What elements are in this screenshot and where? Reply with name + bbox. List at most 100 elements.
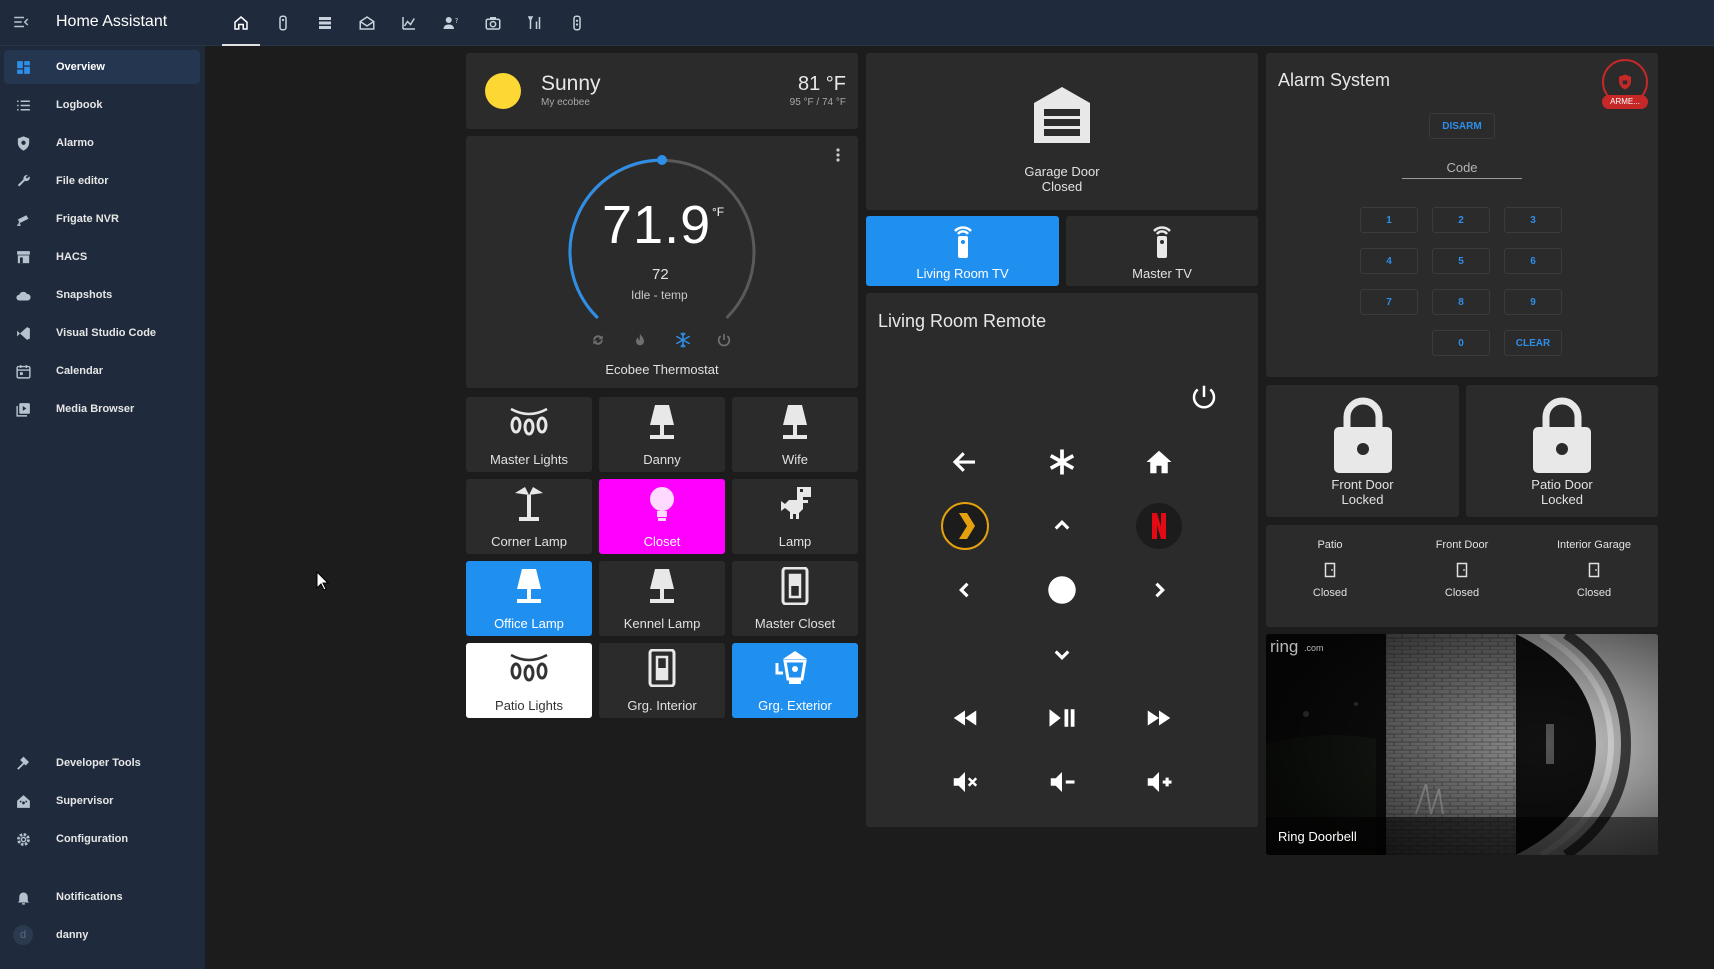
tv-button-master[interactable]: Master TV	[1066, 216, 1258, 286]
thermostat-unit: °F	[712, 205, 725, 219]
sidebar-item-hacs[interactable]: HACS	[4, 240, 200, 274]
garage-door-card[interactable]: Garage Door Closed	[866, 53, 1258, 210]
remote-down-button[interactable]	[1037, 629, 1087, 679]
sidebar-item-supervisor[interactable]: Supervisor	[4, 784, 200, 818]
keypad-button-5[interactable]: 5	[1432, 248, 1490, 274]
sidebar-item-notifications[interactable]: Notifications	[4, 880, 200, 914]
lock-button-front-door[interactable]: Front Door Locked	[1266, 385, 1459, 517]
light-button-master-closet[interactable]: Master Closet	[732, 561, 858, 636]
weather-card[interactable]: Sunny My ecobee 81 °F 95 °F / 74 °F	[466, 53, 858, 129]
lock-icon	[1533, 397, 1591, 473]
string-lights-icon	[510, 407, 548, 436]
sensor-interior-garage[interactable]: Interior Garage Closed	[1534, 539, 1654, 599]
tab-camera[interactable]	[472, 0, 514, 46]
thermostat-current-temp: 71.9	[602, 195, 712, 255]
light-button-label: Grg. Interior	[627, 698, 697, 713]
lock-button-patio-door[interactable]: Patio Door Locked	[1466, 385, 1658, 517]
sidebar-item-label: Developer Tools	[56, 757, 141, 769]
keypad-button-4[interactable]: 4	[1360, 248, 1418, 274]
keypad-clear-button[interactable]: CLEAR	[1504, 330, 1562, 356]
keypad-button-8[interactable]: 8	[1432, 289, 1490, 315]
sidebar-item-configuration[interactable]: Configuration	[4, 822, 200, 856]
keypad-button-0[interactable]: 0	[1432, 330, 1490, 356]
remote-right-button[interactable]	[1134, 565, 1184, 615]
remote-netflix-button[interactable]	[1134, 501, 1184, 551]
thermostat-setpoint-handle[interactable]	[657, 155, 667, 165]
remote-volume-down-button[interactable]	[1037, 757, 1087, 807]
tab-remote[interactable]	[262, 0, 304, 46]
sidebar-item-vscode[interactable]: Visual Studio Code	[4, 316, 200, 350]
remote-fast-forward-button[interactable]	[1134, 693, 1184, 743]
heat-mode-icon[interactable]	[632, 332, 648, 348]
sidebar-item-overview[interactable]: Overview	[4, 50, 200, 84]
tab-tools[interactable]	[514, 0, 556, 46]
tv-button-living-room[interactable]: Living Room TV	[866, 216, 1059, 286]
keypad-button-1[interactable]: 1	[1360, 207, 1418, 233]
remote-menu-button[interactable]	[1037, 437, 1087, 487]
keypad-button-2[interactable]: 2	[1432, 207, 1490, 233]
light-button-closet[interactable]: Closet	[599, 479, 725, 554]
remote-play-pause-button[interactable]	[1037, 693, 1087, 743]
keypad-button-6[interactable]: 6	[1504, 248, 1562, 274]
tab-remote-alt[interactable]	[556, 0, 598, 46]
sensor-patio[interactable]: Patio Closed	[1270, 539, 1390, 599]
tab-email[interactable]	[346, 0, 388, 46]
account-question-icon: ?	[443, 17, 459, 29]
keypad-button-3[interactable]: 3	[1504, 207, 1562, 233]
light-button-grg-interior[interactable]: Grg. Interior	[599, 643, 725, 718]
light-button-office-lamp[interactable]: Office Lamp	[466, 561, 592, 636]
weather-condition: Sunny	[541, 72, 601, 95]
more-vert-icon[interactable]	[830, 147, 846, 163]
ring-camera-card[interactable]: ring .com Ring Doorbell	[1266, 634, 1658, 855]
light-button-corner-lamp[interactable]: Corner Lamp	[466, 479, 592, 554]
disarm-button[interactable]: DISARM	[1429, 113, 1495, 139]
remote-volume-up-button[interactable]	[1134, 757, 1184, 807]
keypad-button-9[interactable]: 9	[1504, 289, 1562, 315]
tab-server[interactable]	[304, 0, 346, 46]
sensor-state: Closed	[1312, 587, 1348, 599]
code-input[interactable]: Code	[1402, 157, 1522, 179]
power-icon[interactable]	[716, 332, 732, 348]
sidebar-item-alarmo[interactable]: Alarmo	[4, 126, 200, 160]
remote-icon	[279, 15, 287, 31]
remote-plex-button[interactable]	[940, 501, 990, 551]
light-button-danny[interactable]: Danny	[599, 397, 725, 472]
lock-name: Patio Door	[1531, 477, 1593, 492]
bell-icon	[17, 892, 29, 905]
sidebar-item-frigate[interactable]: Frigate NVR	[4, 202, 200, 236]
string-lights-icon	[510, 653, 548, 682]
sidebar-item-media-browser[interactable]: Media Browser	[4, 392, 200, 426]
tab-home[interactable]	[220, 0, 262, 46]
sidebar-item-calendar[interactable]: Calendar	[4, 354, 200, 388]
sidebar-item-logbook[interactable]: Logbook	[4, 88, 200, 122]
remote-left-button[interactable]	[940, 565, 990, 615]
remote-mute-button[interactable]	[940, 757, 990, 807]
sidebar-item-developer-tools[interactable]: Developer Tools	[4, 746, 200, 780]
sidebar-item-snapshots[interactable]: Snapshots	[4, 278, 200, 312]
shield-lock-icon	[1619, 74, 1631, 90]
light-button-master-lights[interactable]: Master Lights	[466, 397, 592, 472]
auto-mode-icon[interactable]	[590, 332, 606, 348]
remote-home-button[interactable]	[1134, 437, 1184, 487]
light-button-kennel-lamp[interactable]: Kennel Lamp	[599, 561, 725, 636]
light-button-lamp[interactable]: Lamp	[732, 479, 858, 554]
light-button-grg-exterior[interactable]: Grg. Exterior	[732, 643, 858, 718]
sensor-front-door[interactable]: Front Door Closed	[1402, 539, 1522, 599]
keypad-button-7[interactable]: 7	[1360, 289, 1418, 315]
light-button-wife[interactable]: Wife	[732, 397, 858, 472]
light-button-patio-lights[interactable]: Patio Lights	[466, 643, 592, 718]
sidebar-item-label: Snapshots	[56, 289, 113, 301]
tab-chart[interactable]	[388, 0, 430, 46]
thermostat-card: 71.9 °F 72 Idle - temp Ecobee Thermostat	[466, 136, 858, 388]
sidebar-item-file-editor[interactable]: File editor	[4, 164, 200, 198]
sidebar-item-label: Notifications	[56, 891, 123, 903]
remote-rewind-button[interactable]	[940, 693, 990, 743]
remote-select-button[interactable]	[1037, 565, 1087, 615]
remote-power-button[interactable]	[1179, 372, 1229, 422]
remote-back-button[interactable]	[940, 437, 990, 487]
tab-people[interactable]: ?	[430, 0, 472, 46]
sidebar-item-user[interactable]: d danny	[4, 918, 200, 952]
remote-up-button[interactable]	[1037, 501, 1087, 551]
cool-mode-icon[interactable]	[674, 331, 692, 349]
menu-icon[interactable]	[12, 13, 30, 31]
